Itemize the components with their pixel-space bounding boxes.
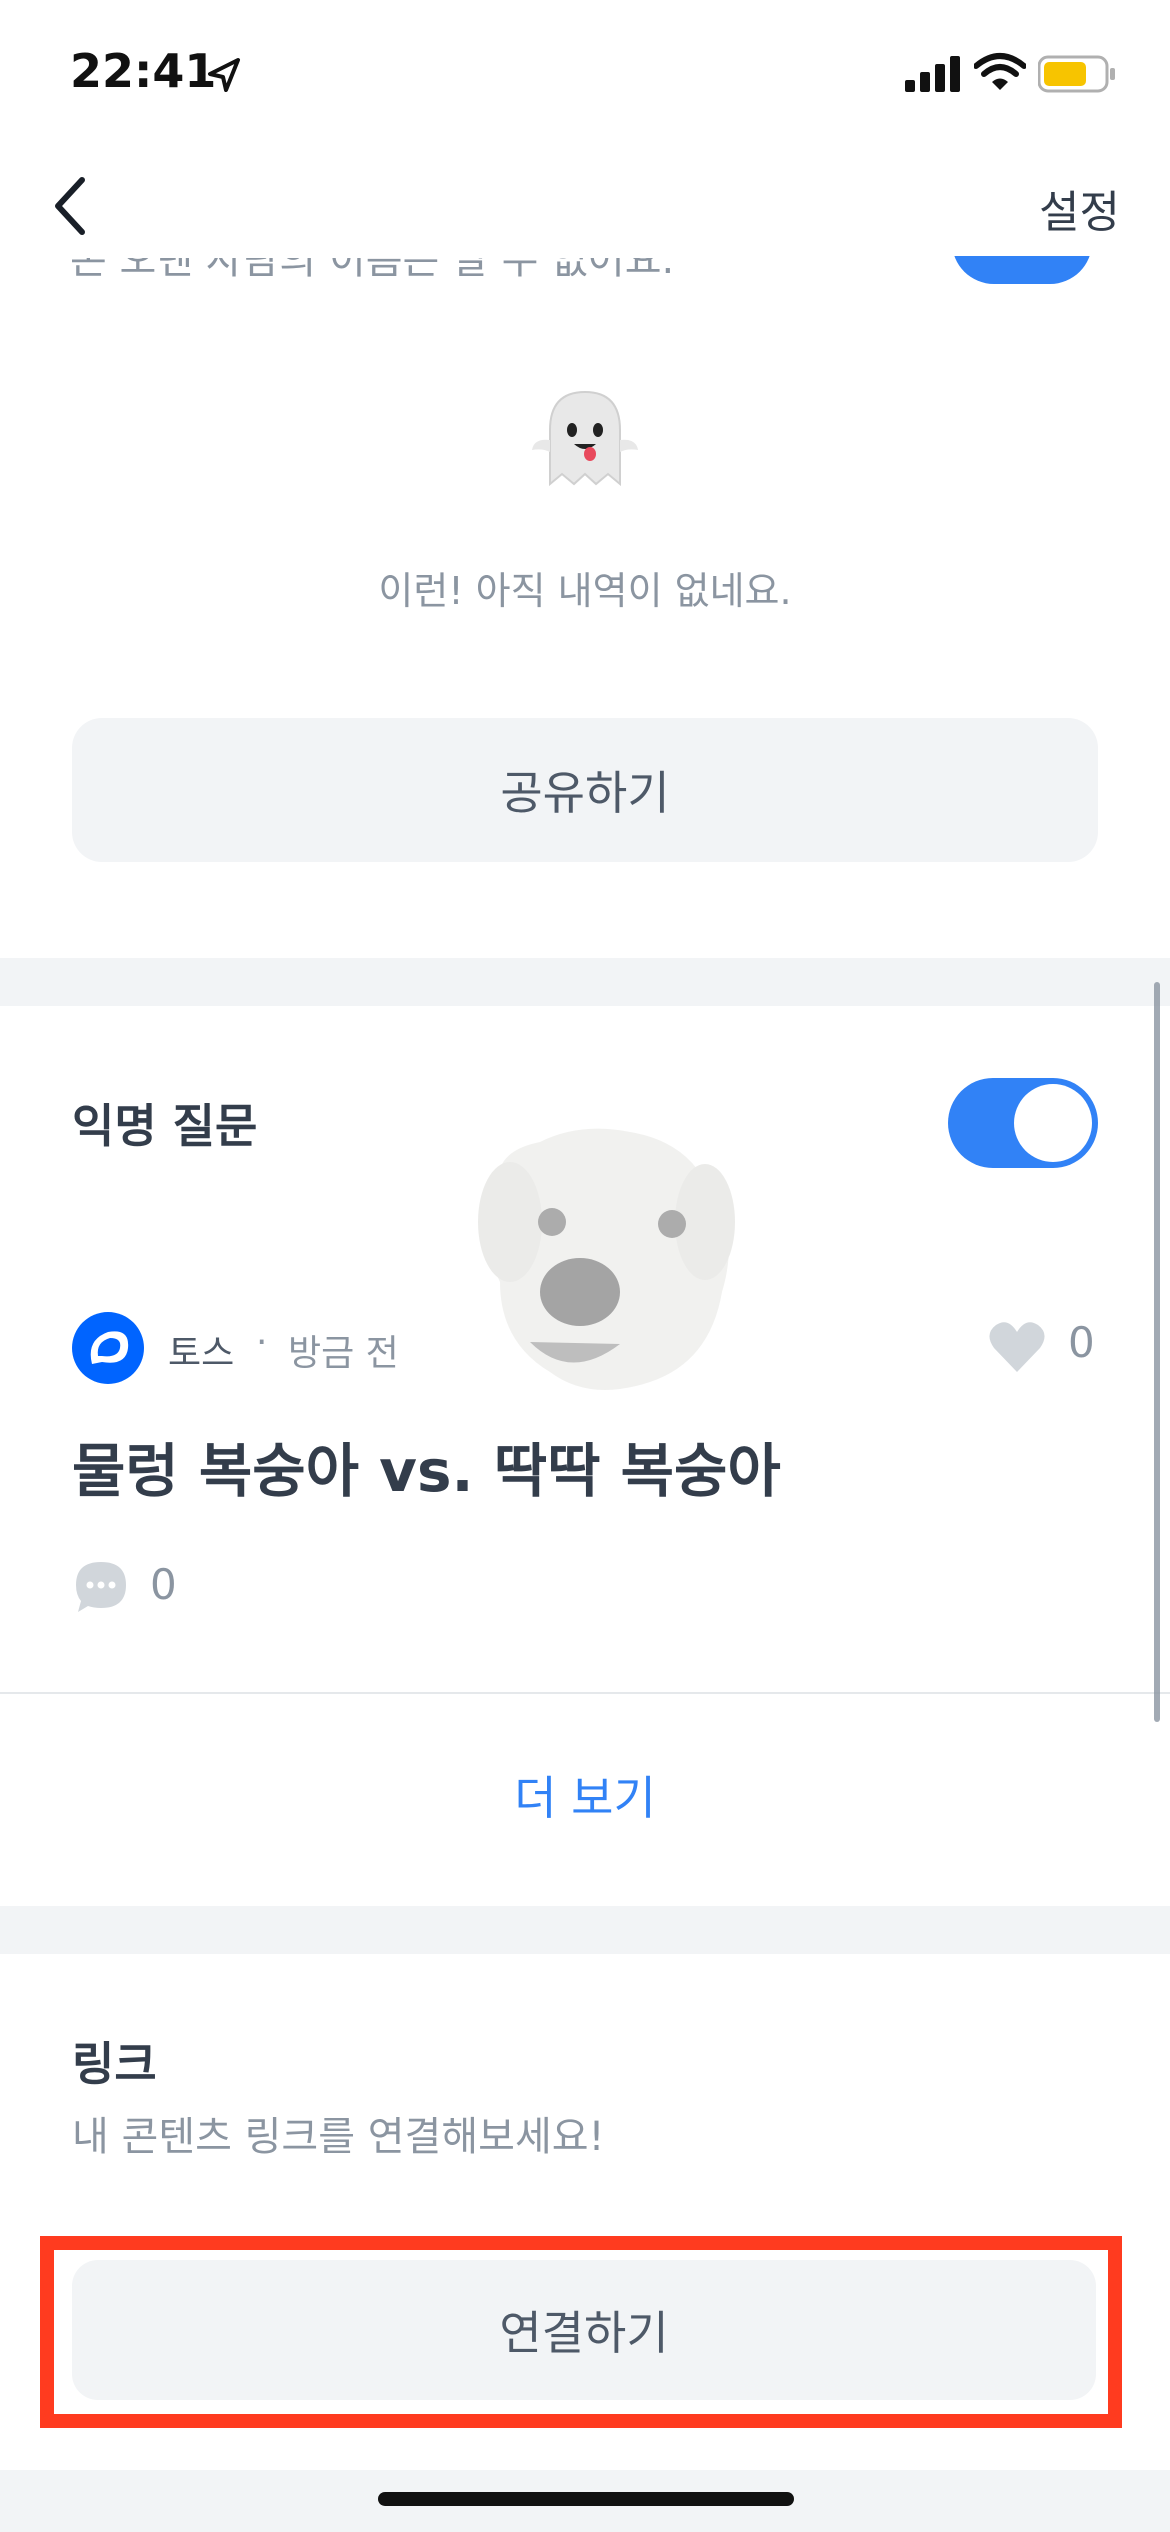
comment-count: 0: [150, 1560, 177, 1609]
like-count: 0: [1068, 1318, 1095, 1367]
toss-logo-icon: [90, 1331, 129, 1364]
heart-icon[interactable]: [988, 1320, 1046, 1374]
wifi-icon: [974, 53, 1026, 90]
nav-bar: [0, 150, 1170, 256]
link-section-title: 링크: [72, 2037, 157, 2091]
scrollbar[interactable]: [1154, 982, 1160, 1722]
author-avatar[interactable]: [72, 1312, 144, 1384]
more-button[interactable]: 더 보기: [0, 1762, 1170, 1828]
share-button[interactable]: 공유하기: [72, 718, 1098, 862]
battery-icon: [1038, 55, 1115, 93]
dog-sticker-image: [478, 1128, 735, 1390]
comment-bubble-icon[interactable]: [72, 1558, 130, 1616]
settings-button[interactable]: 설정: [1039, 176, 1120, 240]
location-arrow-icon: [208, 58, 240, 92]
clipped-section-text: 온 오덴 사람의 이름은 알 수 없어요.: [70, 258, 675, 283]
toggle-knob: [1014, 1084, 1092, 1162]
status-bar: 22:41: [0, 0, 1170, 150]
list-divider: [0, 1692, 1170, 1694]
ghost-icon: [532, 390, 638, 487]
status-time: 22:41: [70, 44, 217, 98]
author-name[interactable]: 토스: [168, 1324, 234, 1376]
post-time: 방금 전: [288, 1333, 399, 1374]
connect-button[interactable]: 연결하기: [72, 2260, 1096, 2400]
post-title[interactable]: 물렁 복숭아 vs. 딱딱 복숭아: [72, 1424, 781, 1508]
section-divider: [0, 1906, 1170, 1954]
back-chevron-icon[interactable]: [42, 170, 102, 242]
empty-state-message: 이런! 아직 내역이 없네요.: [378, 569, 792, 613]
anonymous-question-toggle[interactable]: [948, 1078, 1098, 1168]
link-section-description: 내 콘텐츠 링크를 연결해보세요!: [72, 2114, 605, 2160]
cellular-signal-icon: [905, 56, 960, 92]
meta-separator: ·: [256, 1322, 268, 1363]
section-divider: [0, 958, 1170, 1006]
anonymous-question-title: 익명 질문: [72, 1099, 258, 1153]
home-indicator[interactable]: [378, 2492, 794, 2506]
